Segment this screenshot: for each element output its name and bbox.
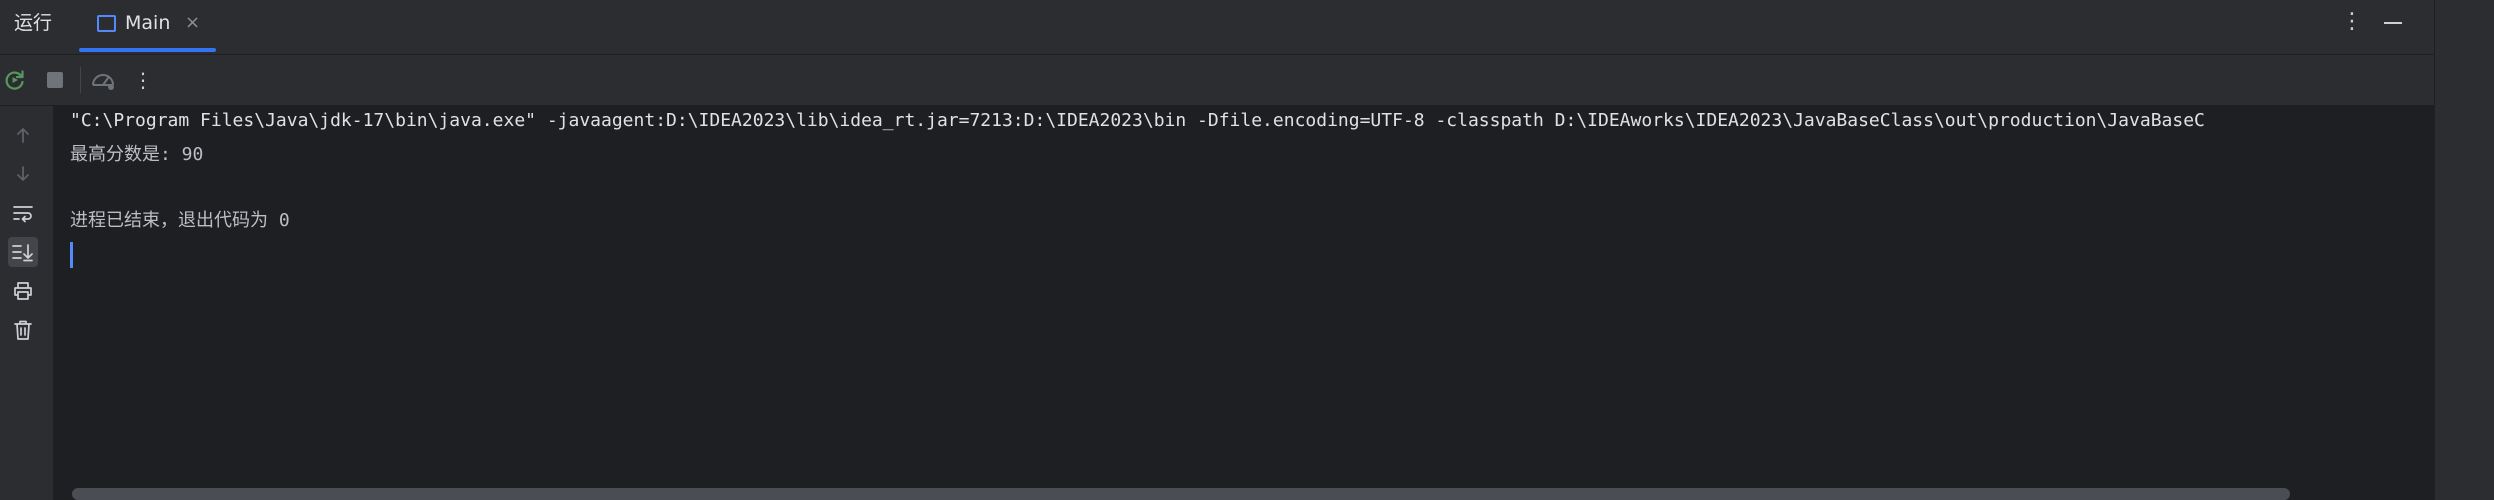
close-icon[interactable]: × bbox=[185, 0, 200, 46]
toolbar-separator bbox=[80, 67, 81, 93]
console-tab-icon bbox=[97, 15, 116, 32]
run-tool-window: 运行 Main × ⋮ ⋮ "C:\Program Files\Java\jdk… bbox=[0, 0, 2494, 500]
stop-icon bbox=[47, 72, 63, 88]
soft-wrap-icon bbox=[13, 206, 33, 223]
attach-debugger-button[interactable] bbox=[90, 67, 116, 93]
console-line-exit: 进程已结束，退出代码为 0 bbox=[70, 210, 290, 231]
stop-button[interactable] bbox=[42, 67, 68, 93]
console-side-toolbar bbox=[0, 106, 54, 500]
active-tab-indicator bbox=[79, 48, 216, 52]
horizontal-scrollbar[interactable] bbox=[72, 488, 2290, 500]
tab-main-label: Main bbox=[125, 12, 171, 34]
arrow-up-icon bbox=[17, 128, 29, 143]
rerun-icon bbox=[5, 70, 24, 90]
rerun-button[interactable] bbox=[2, 67, 28, 93]
run-tab-bar: 运行 Main × ⋮ bbox=[0, 0, 2434, 55]
scroll-down-button[interactable] bbox=[8, 159, 38, 189]
arrow-down-icon bbox=[17, 166, 29, 181]
console-line-command: "C:\Program Files\Java\jdk-17\bin\java.e… bbox=[70, 110, 2205, 131]
console-line-output: 最高分数是: 90 bbox=[70, 144, 204, 165]
minimize-icon[interactable] bbox=[2384, 22, 2402, 24]
text-caret bbox=[70, 242, 73, 268]
right-empty-panel bbox=[2434, 0, 2494, 500]
attach-debugger-icon bbox=[92, 74, 114, 90]
soft-wrap-button[interactable] bbox=[8, 198, 38, 228]
tab-main[interactable]: Main × bbox=[79, 0, 216, 52]
scroll-to-end-button[interactable] bbox=[8, 237, 38, 267]
more-vertical-icon[interactable]: ⋮ bbox=[2340, 10, 2364, 34]
run-toolbar: ⋮ bbox=[0, 55, 2434, 106]
trash-icon bbox=[14, 320, 32, 340]
print-icon bbox=[14, 282, 32, 300]
scroll-up-button[interactable] bbox=[8, 120, 38, 150]
console-output[interactable]: "C:\Program Files\Java\jdk-17\bin\java.e… bbox=[54, 106, 2434, 500]
print-button[interactable] bbox=[8, 276, 38, 306]
tool-window-title: 运行 bbox=[14, 12, 53, 34]
scroll-to-end-icon bbox=[12, 244, 33, 262]
clear-all-button[interactable] bbox=[8, 315, 38, 345]
toolbar-more-icon[interactable]: ⋮ bbox=[130, 67, 156, 93]
